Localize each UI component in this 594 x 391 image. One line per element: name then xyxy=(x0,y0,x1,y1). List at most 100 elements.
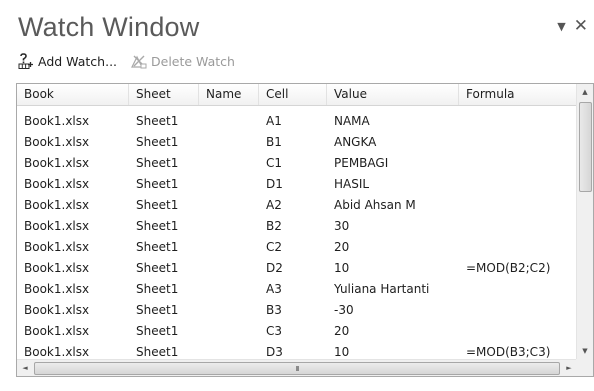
cell-ref-cell: A1 xyxy=(266,114,282,128)
name-cell xyxy=(199,111,259,132)
formula-cell xyxy=(459,111,577,132)
grid-header-row: Book Sheet Name Cell Value Formula xyxy=(17,84,577,106)
column-header-value[interactable]: Value xyxy=(327,84,459,105)
formula-cell xyxy=(459,195,577,216)
value-cell: 20 xyxy=(334,324,350,338)
formula-cell xyxy=(459,279,577,300)
sheet-cell: Sheet1 xyxy=(136,135,179,149)
table-row[interactable]: Book1.xlsx Sheet1 C3 20 xyxy=(17,321,577,342)
column-header-sheet[interactable]: Sheet xyxy=(129,84,199,105)
formula-cell xyxy=(459,237,577,258)
delete-watch-icon xyxy=(131,53,147,69)
table-row[interactable]: Book1.xlsx Sheet1 D2 10 =MOD(B2;C2) xyxy=(17,258,577,279)
cell-ref-cell: A3 xyxy=(266,282,282,296)
scrollbar-corner xyxy=(576,359,593,376)
sheet-cell: Sheet1 xyxy=(136,198,179,212)
sheet-cell: Sheet1 xyxy=(136,219,179,233)
column-header-formula[interactable]: Formula xyxy=(459,84,577,105)
table-row[interactable]: Book1.xlsx Sheet1 A2 Abid Ahsan M xyxy=(17,195,577,216)
name-cell xyxy=(199,321,259,342)
name-cell xyxy=(199,300,259,321)
value-cell: Abid Ahsan M xyxy=(334,198,416,212)
table-row[interactable]: Book1.xlsx Sheet1 B3 -30 xyxy=(17,300,577,321)
pane-title: Watch Window xyxy=(18,12,200,42)
cell-ref-cell: B2 xyxy=(266,219,282,233)
formula-cell xyxy=(459,321,577,342)
name-cell xyxy=(199,237,259,258)
delete-watch-button[interactable]: Delete Watch xyxy=(131,53,235,69)
cell-ref-cell: C1 xyxy=(266,156,283,170)
delete-watch-label: Delete Watch xyxy=(151,53,235,69)
formula-cell xyxy=(459,132,577,153)
book-cell: Book1.xlsx xyxy=(24,261,90,275)
cell-ref-cell: B3 xyxy=(266,303,282,317)
scroll-down-icon[interactable]: ▼ xyxy=(577,343,593,360)
cell-ref-cell: D2 xyxy=(266,261,283,275)
add-watch-button[interactable]: Add Watch... xyxy=(18,53,117,69)
cell-ref-cell: C3 xyxy=(266,324,283,338)
scroll-grip-icon: III xyxy=(295,365,299,373)
value-cell: PEMBAGI xyxy=(334,156,389,170)
add-watch-icon xyxy=(18,53,34,69)
name-cell xyxy=(199,174,259,195)
value-cell: NAMA xyxy=(334,114,370,128)
table-row[interactable]: Book1.xlsx Sheet1 C1 PEMBAGI xyxy=(17,153,577,174)
cell-ref-cell: A2 xyxy=(266,198,282,212)
sheet-cell: Sheet1 xyxy=(136,261,179,275)
name-cell xyxy=(199,153,259,174)
value-cell: Yuliana Hartanti xyxy=(334,282,430,296)
formula-cell xyxy=(459,153,577,174)
pane-title-controls: ▼ ✕ xyxy=(557,18,588,35)
toolbar: Add Watch... Delete Watch xyxy=(18,51,235,71)
column-header-cell[interactable]: Cell xyxy=(259,84,327,105)
table-row[interactable]: Book1.xlsx Sheet1 D1 HASIL xyxy=(17,174,577,195)
horizontal-scrollbar[interactable]: ◄ III ► xyxy=(17,359,577,376)
book-cell: Book1.xlsx xyxy=(24,177,90,191)
formula-cell xyxy=(459,174,577,195)
sheet-cell: Sheet1 xyxy=(136,303,179,317)
book-cell: Book1.xlsx xyxy=(24,219,90,233)
cell-ref-cell: D1 xyxy=(266,177,283,191)
book-cell: Book1.xlsx xyxy=(24,282,90,296)
table-row[interactable]: Book1.xlsx Sheet1 B1 ANGKA xyxy=(17,132,577,153)
table-row[interactable]: Book1.xlsx Sheet1 B2 30 xyxy=(17,216,577,237)
scroll-up-icon[interactable]: ▲ xyxy=(577,84,593,101)
value-cell: 20 xyxy=(334,240,350,254)
name-cell xyxy=(199,216,259,237)
scroll-right-icon[interactable]: ► xyxy=(561,360,577,376)
book-cell: Book1.xlsx xyxy=(24,135,90,149)
formula-cell: =MOD(B2;C2) xyxy=(466,261,551,275)
value-cell: -30 xyxy=(334,303,354,317)
book-cell: Book1.xlsx xyxy=(24,240,90,254)
value-cell: 30 xyxy=(334,219,350,233)
name-cell xyxy=(199,195,259,216)
sheet-cell: Sheet1 xyxy=(136,240,179,254)
table-row[interactable]: Book1.xlsx Sheet1 A3 Yuliana Hartanti xyxy=(17,279,577,300)
cell-ref-cell: B1 xyxy=(266,135,282,149)
pane-options-dropdown-icon[interactable]: ▼ xyxy=(557,20,565,33)
column-header-book[interactable]: Book xyxy=(17,84,129,105)
book-cell: Book1.xlsx xyxy=(24,324,90,338)
sheet-cell: Sheet1 xyxy=(136,114,179,128)
name-cell xyxy=(199,132,259,153)
value-cell: 10 xyxy=(334,261,350,275)
table-row[interactable]: Book1.xlsx Sheet1 A1 NAMA xyxy=(17,111,577,132)
vertical-scrollbar[interactable]: ▲ ▼ xyxy=(576,84,593,360)
name-cell xyxy=(199,258,259,279)
scroll-left-icon[interactable]: ◄ xyxy=(17,360,33,376)
formula-cell xyxy=(459,300,577,321)
book-cell: Book1.xlsx xyxy=(24,198,90,212)
formula-cell xyxy=(459,216,577,237)
table-row[interactable]: Book1.xlsx Sheet1 C2 20 xyxy=(17,237,577,258)
name-cell xyxy=(199,279,259,300)
book-cell: Book1.xlsx xyxy=(24,303,90,317)
add-watch-label: Add Watch... xyxy=(38,53,118,69)
book-cell: Book1.xlsx xyxy=(24,156,90,170)
vertical-scroll-thumb[interactable] xyxy=(579,102,592,192)
column-header-name[interactable]: Name xyxy=(199,84,259,105)
horizontal-scroll-thumb[interactable]: III xyxy=(34,362,560,375)
book-cell: Book1.xlsx xyxy=(24,114,90,128)
close-icon[interactable]: ✕ xyxy=(574,18,588,35)
sheet-cell: Sheet1 xyxy=(136,177,179,191)
sheet-cell: Sheet1 xyxy=(136,282,179,296)
